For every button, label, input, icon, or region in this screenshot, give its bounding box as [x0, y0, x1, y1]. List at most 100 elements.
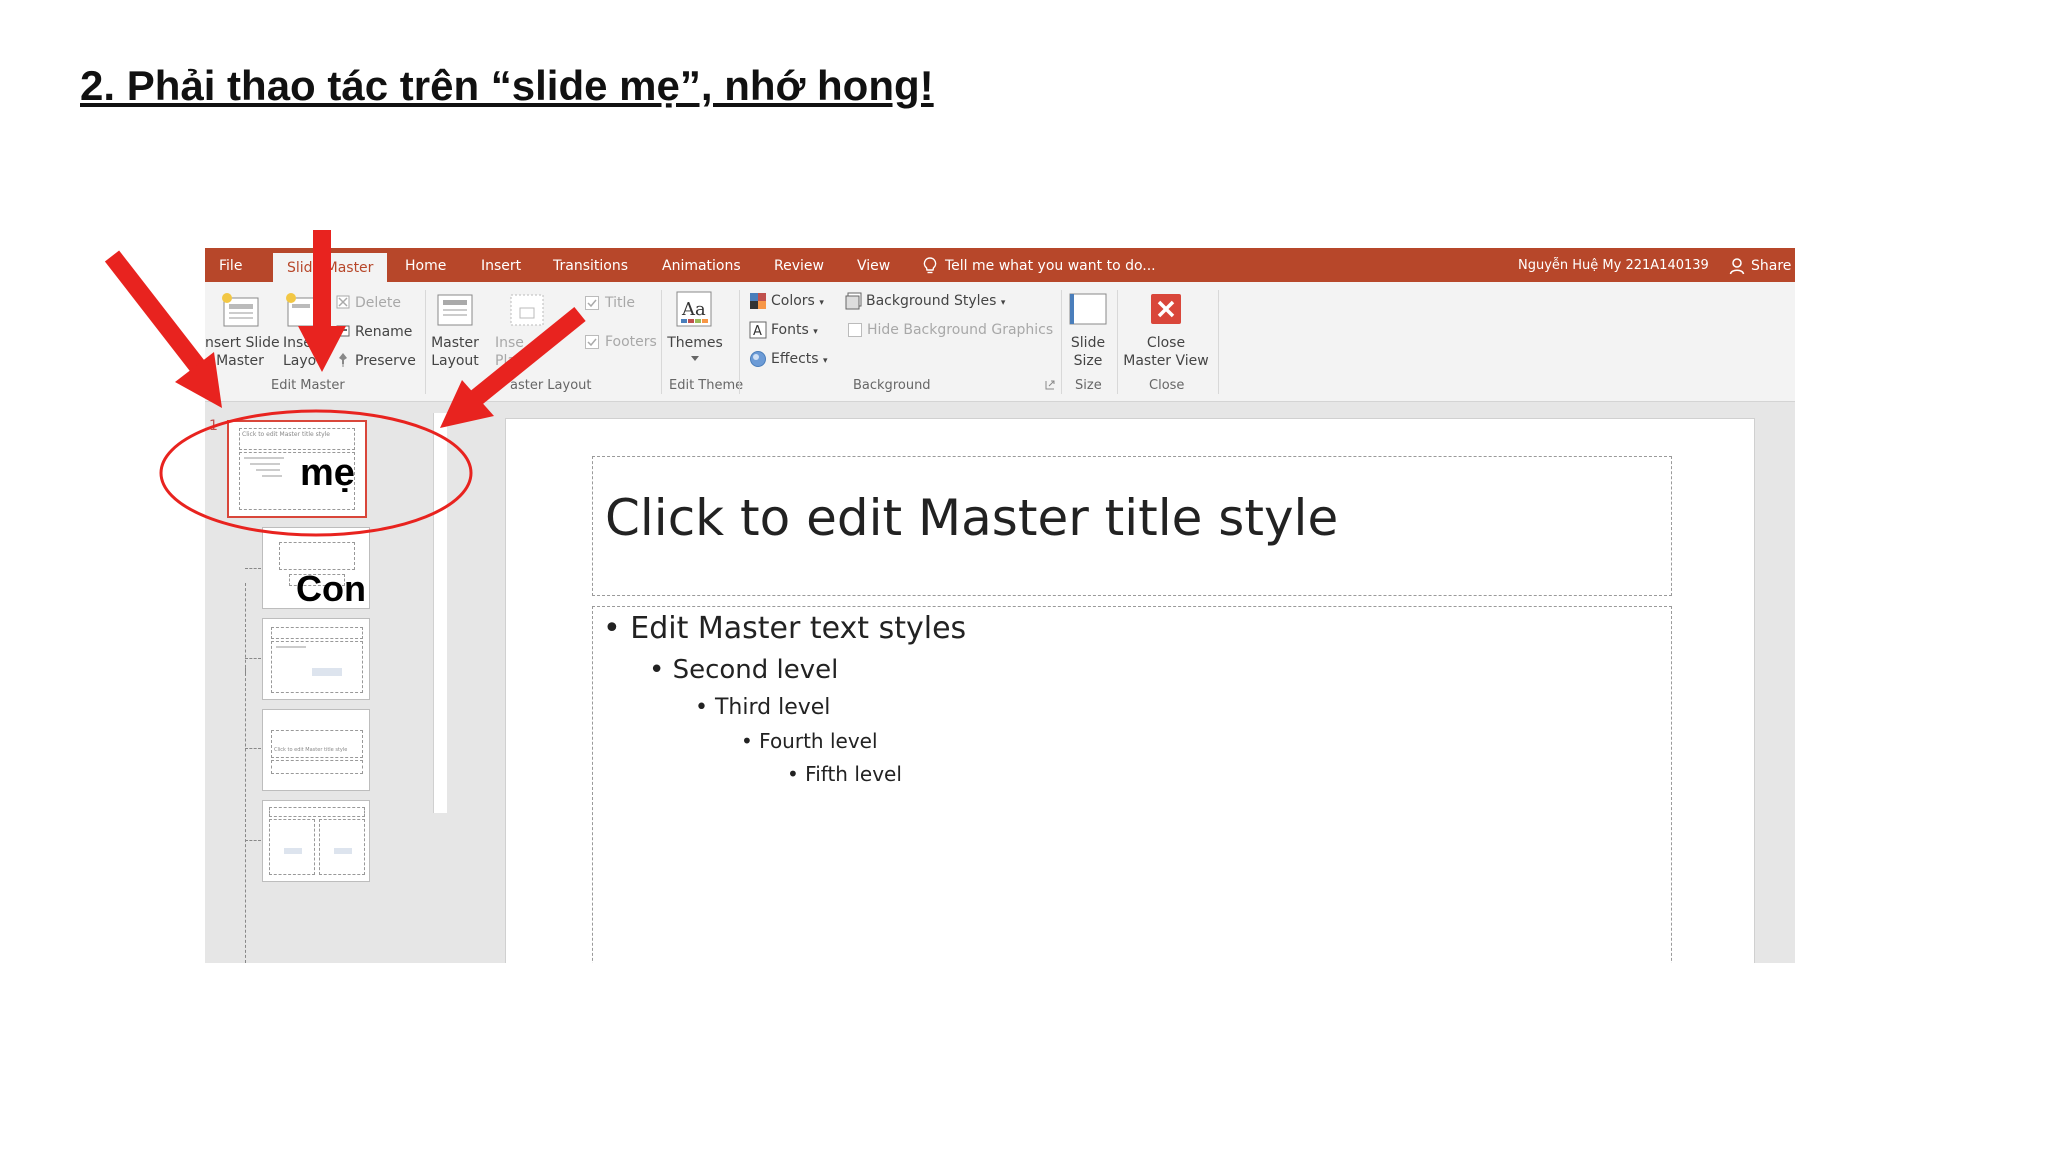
- slide-size-label-2: Size: [1073, 353, 1103, 369]
- delete-icon: [336, 295, 350, 309]
- group-label-edit-theme: Edit Theme: [669, 378, 744, 393]
- mini-left-content: [269, 819, 315, 875]
- mini-text-placeholder: [271, 760, 363, 774]
- mini-text-line: [276, 646, 306, 648]
- rename-button[interactable]: Rename: [355, 323, 412, 341]
- lightbulb-icon: [923, 257, 937, 274]
- insert-placeholder-button[interactable]: Inse Pla: [495, 334, 524, 370]
- tab-slide-master[interactable]: Slide Master: [273, 253, 388, 282]
- body-placeholder[interactable]: • Edit Master text styles • Second level…: [592, 606, 1672, 963]
- dropdown-arrow-icon: ▾: [819, 298, 824, 308]
- thumbnail-scrollbar[interactable]: [433, 413, 447, 813]
- slide-number: 1: [209, 418, 218, 434]
- background-styles-label: Background Styles: [866, 293, 997, 309]
- title-placeholder[interactable]: Click to edit Master title style: [592, 456, 1672, 596]
- tab-insert[interactable]: Insert: [481, 248, 521, 282]
- group-separator: [1061, 290, 1062, 394]
- master-layout-button[interactable]: Master Layout: [430, 334, 480, 370]
- preserve-button[interactable]: Preserve: [355, 352, 416, 370]
- close-master-view-label-2: Master View: [1123, 353, 1209, 369]
- layout-connector-tick: [245, 748, 261, 749]
- group-separator: [739, 290, 740, 394]
- checkmark-icon: [587, 338, 597, 347]
- text-level-2: • Second level: [649, 655, 838, 685]
- tab-home[interactable]: Home: [405, 248, 446, 282]
- master-title-text: Click to edit Master title style: [605, 489, 1339, 547]
- insert-slide-master-label-1: nsert Slide: [205, 335, 280, 351]
- title-checkbox[interactable]: [585, 296, 599, 310]
- master-layout-label-2: Layout: [431, 353, 479, 369]
- dropdown-arrow-icon: ▾: [813, 327, 818, 337]
- mini-title-placeholder: Click to edit Master title style: [271, 730, 363, 758]
- effects-dropdown[interactable]: Effects ▾: [771, 350, 828, 370]
- close-master-view-button[interactable]: Close Master View: [1120, 334, 1212, 370]
- layout-connector-tick: [245, 658, 261, 659]
- insert-slide-master-button[interactable]: nsert Slide Master: [205, 334, 280, 370]
- user-account-name[interactable]: Nguyễn Huệ My 221A140139: [1518, 248, 1709, 284]
- callout-child-label: Con: [296, 568, 366, 609]
- text-level-3: • Third level: [695, 695, 830, 720]
- mini-content-icons: [334, 848, 352, 854]
- powerpoint-screenshot: File Slide Master Home Insert Transition…: [205, 248, 1795, 963]
- insert-layout-label-1: Inse: [283, 335, 312, 351]
- preserve-pin-icon: [339, 353, 347, 367]
- delete-button[interactable]: Delete: [355, 294, 401, 312]
- hide-background-graphics-checkbox[interactable]: [848, 323, 862, 337]
- mini-title-placeholder: [271, 627, 363, 639]
- callout-mother-label: mẹ: [300, 452, 355, 494]
- layout-thumbnail[interactable]: [262, 800, 370, 882]
- tab-transitions[interactable]: Transitions: [553, 248, 628, 282]
- group-label-master-layout: aster Layout: [510, 378, 592, 393]
- group-label-background: Background: [853, 378, 931, 393]
- tell-me-search[interactable]: Tell me what you want to do...: [945, 248, 1156, 284]
- colors-icon: [750, 293, 766, 309]
- slide-size-icon: [1069, 293, 1107, 325]
- master-layout-label-1: Master: [431, 335, 479, 351]
- slide-size-button[interactable]: Slide Size: [1063, 334, 1113, 370]
- insert-layout-label-2: Layo: [283, 353, 317, 369]
- tab-review[interactable]: Review: [774, 248, 824, 282]
- tab-animations[interactable]: Animations: [662, 248, 741, 282]
- title-checkbox-label: Title: [605, 295, 636, 311]
- insert-layout-button[interactable]: Inse Layo: [283, 334, 316, 370]
- dialog-launcher-icon[interactable]: [1045, 380, 1055, 390]
- footers-checkbox-label: Footers: [605, 334, 657, 350]
- footers-checkbox[interactable]: [585, 335, 599, 349]
- themes-icon: Aa: [676, 291, 712, 327]
- layout-connector-line: [245, 583, 246, 673]
- mini-title-text: Click to edit Master title style: [274, 747, 348, 753]
- fonts-label: Fonts: [771, 322, 809, 338]
- page-heading: 2. Phải thao tác trên “slide mẹ”, nhớ ho…: [80, 62, 934, 109]
- text-level-5: • Fifth level: [787, 762, 902, 786]
- text-level-4-label: Fourth level: [759, 729, 878, 753]
- svg-text:Aa: Aa: [681, 299, 706, 320]
- tab-file[interactable]: File: [219, 248, 242, 282]
- ribbon-tab-bar: File Slide Master Home Insert Transition…: [205, 248, 1795, 282]
- colors-dropdown[interactable]: Colors ▾: [771, 292, 824, 312]
- close-master-view-icon: [1151, 294, 1181, 324]
- text-level-3-label: Third level: [714, 695, 831, 720]
- rename-icon: [336, 325, 350, 337]
- insert-placeholder-icon: [510, 294, 544, 326]
- tab-view[interactable]: View: [857, 248, 890, 282]
- group-separator: [661, 290, 662, 394]
- slide-master-canvas[interactable]: Click to edit Master title style • Edit …: [505, 418, 1755, 963]
- text-level-4: • Fourth level: [741, 729, 878, 753]
- layout-connector-line: [245, 668, 246, 963]
- hide-background-graphics-label: Hide Background Graphics: [867, 322, 1054, 338]
- close-master-view-label-1: Close: [1146, 335, 1186, 351]
- layout-thumbnail[interactable]: Click to edit Master title style: [262, 709, 370, 791]
- colors-label: Colors: [771, 293, 815, 309]
- layout-thumbnail[interactable]: [262, 618, 370, 700]
- text-level-2-label: Second level: [672, 655, 839, 685]
- background-styles-dropdown[interactable]: Background Styles ▾: [866, 292, 1005, 312]
- text-level-5-label: Fifth level: [805, 762, 902, 786]
- svg-text:A: A: [753, 324, 762, 339]
- fonts-icon: A: [749, 321, 767, 339]
- group-separator: [1117, 290, 1118, 394]
- checkmark-icon: [587, 299, 597, 308]
- themes-button[interactable]: Themes: [667, 334, 723, 352]
- group-label-edit-master: Edit Master: [271, 378, 345, 393]
- fonts-dropdown[interactable]: Fonts ▾: [771, 321, 818, 341]
- share-button[interactable]: Share: [1751, 248, 1791, 284]
